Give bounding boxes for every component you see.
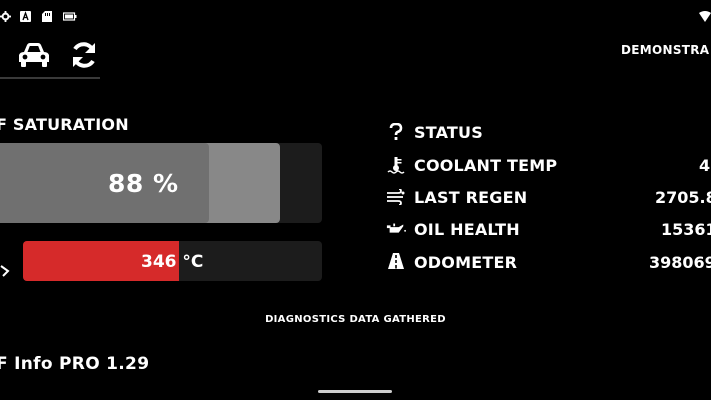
regen-icon <box>386 187 406 207</box>
toolbar-underline <box>0 77 100 79</box>
odometer-label: ODOMETER <box>414 253 518 272</box>
status-message: DIAGNOSTICS DATA GATHERED <box>265 314 446 325</box>
app-version: F Info PRO 1.29 <box>0 354 150 374</box>
odometer-value: 398069 <box>649 253 711 272</box>
saturation-value: 88 % <box>108 169 179 198</box>
temperature-value: 346 °C <box>141 252 204 272</box>
thermometer-icon <box>386 155 406 175</box>
wifi-icon <box>699 7 711 22</box>
question-icon <box>386 122 406 142</box>
battery-icon <box>62 7 77 21</box>
coolant-temp-value: 4 <box>699 156 711 175</box>
coolant-temp-label: COOLANT TEMP <box>414 156 558 175</box>
saturation-title: F SATURATION <box>0 115 129 134</box>
road-icon <box>386 251 406 271</box>
last-regen-value: 2705.8 <box>655 188 711 207</box>
oil-health-value: 15361 <box>661 220 711 239</box>
home-indicator[interactable] <box>318 390 392 393</box>
temperature-icon <box>0 262 10 277</box>
sd-card-icon <box>42 7 53 22</box>
refresh-button[interactable] <box>66 40 102 74</box>
car-button[interactable] <box>16 40 52 74</box>
last-regen-label: LAST REGEN <box>414 188 528 207</box>
mode-label: DEMONSTRA <box>621 43 710 57</box>
oil-can-icon <box>386 219 406 239</box>
a-icon <box>20 7 31 22</box>
car-icon <box>17 42 51 72</box>
oil-health-label: OIL HEALTH <box>414 220 520 239</box>
refresh-icon <box>69 40 99 74</box>
status-bar <box>0 0 711 28</box>
gear-icon <box>0 7 11 22</box>
status-label: STATUS <box>414 123 483 142</box>
